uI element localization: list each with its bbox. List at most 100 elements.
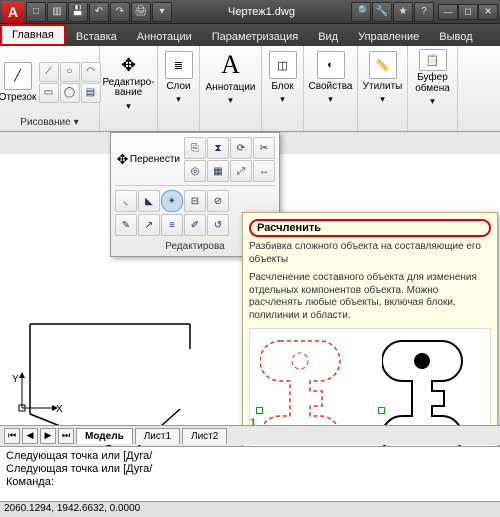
layers-button[interactable]: ≣ Слои ▾	[160, 48, 198, 108]
qat-open-icon[interactable]: ▥	[47, 2, 67, 22]
block-button[interactable]: ◫ Блок ▾	[264, 48, 302, 108]
layout-nav-first[interactable]: ⏮	[4, 428, 20, 444]
erase-icon[interactable]: ✎	[115, 214, 137, 236]
close-button[interactable]: ✕	[478, 4, 498, 20]
panel-layers: ≣ Слои ▾	[158, 46, 200, 131]
rotate-icon[interactable]: ⟳	[230, 137, 252, 159]
lengthen-icon[interactable]: ↗	[138, 214, 160, 236]
layout-tabs: ⏮ ◀ ▶ ⏭ Модель Лист1 Лист2	[0, 425, 500, 445]
chevron-down-icon: ▾	[380, 94, 385, 105]
tab-home[interactable]: Главная	[0, 24, 66, 46]
text-icon: A	[221, 50, 240, 80]
layout-tab-sheet2[interactable]: Лист2	[182, 428, 227, 444]
chevron-down-icon: ▾	[228, 95, 233, 106]
maximize-button[interactable]: ◻	[458, 4, 478, 20]
circle-icon[interactable]: ○	[60, 62, 80, 82]
ucs-icon: X Y	[22, 378, 62, 421]
status-bar: 2060.1294, 1942.6632, 0.0000	[0, 501, 500, 517]
offset-icon[interactable]: ◎	[184, 160, 206, 182]
tab-manage[interactable]: Управление	[348, 28, 429, 46]
line-label: Отрезок	[0, 92, 36, 103]
qat-save-icon[interactable]: 💾	[68, 2, 88, 22]
qat-dropdown-icon[interactable]: ▾	[152, 2, 172, 22]
tab-insert[interactable]: Вставка	[66, 28, 127, 46]
qat-undo-icon[interactable]: ↶	[89, 2, 109, 22]
utilities-button[interactable]: 📏 Утилиты ▾	[364, 48, 402, 108]
clipboard-label: Буфер обмена	[415, 73, 451, 94]
block-icon: ◫	[269, 51, 297, 79]
qat-redo-icon[interactable]: ↷	[110, 2, 130, 22]
tab-parametric[interactable]: Параметризация	[202, 28, 308, 46]
tab-view[interactable]: Вид	[308, 28, 348, 46]
move-icon: ✥	[115, 147, 130, 173]
modify-button[interactable]: ✥ Редактиро­вание ▾	[105, 48, 153, 118]
modify-label: Редактиро­вание	[102, 78, 154, 99]
chevron-down-icon: ▾	[280, 94, 285, 105]
rectangle-icon[interactable]: ▭	[39, 83, 59, 103]
chamfer-icon[interactable]: ◣	[138, 190, 160, 212]
ribbon: ╱ Отрезок ⟋ ○ ◠ ▭ ◯ ▤ Рисование ▾ ✥ Реда…	[0, 46, 500, 132]
array-icon[interactable]: ▦	[207, 160, 229, 182]
layout-nav-next[interactable]: ▶	[40, 428, 56, 444]
panel-draw-title[interactable]: Рисование ▾	[4, 116, 95, 129]
fillet-icon[interactable]: ◟	[115, 190, 137, 212]
properties-button[interactable]: ◐ Свойства ▾	[312, 48, 350, 108]
reverse-icon[interactable]: ↺	[207, 214, 229, 236]
move-button-label[interactable]: Перенести	[130, 154, 180, 165]
polyline-icon[interactable]: ⟋	[39, 62, 59, 82]
hatch-icon[interactable]: ▤	[81, 83, 101, 103]
join-icon[interactable]: ⊟	[184, 190, 206, 212]
scale-icon[interactable]: ⤢	[230, 160, 252, 182]
ribbon-tabs: Главная Вставка Аннотации Параметризация…	[0, 24, 500, 46]
draw-mini-buttons: ⟋ ○ ◠ ▭ ◯ ▤	[39, 62, 101, 103]
app-logo[interactable]: A	[2, 1, 24, 23]
move-icon: ✥	[121, 55, 136, 76]
svg-text:X: X	[56, 404, 63, 415]
tab-output[interactable]: Вывод	[429, 28, 482, 46]
explode-button[interactable]: ✴	[161, 190, 183, 212]
qat-new-icon[interactable]: □	[26, 2, 46, 22]
chevron-down-icon: ▾	[328, 94, 333, 105]
layout-nav-last[interactable]: ⏭	[58, 428, 74, 444]
utilities-icon: 📏	[369, 51, 397, 79]
tab-annotate[interactable]: Аннотации	[127, 28, 202, 46]
ellipse-icon[interactable]: ◯	[60, 83, 80, 103]
annotations-label: Аннотации	[206, 82, 256, 93]
favorite-icon[interactable]: ★	[393, 2, 413, 22]
copy-icon[interactable]: ⎘	[184, 137, 206, 159]
line-button[interactable]: ╱ Отрезок	[0, 52, 37, 112]
trim-icon[interactable]: ✂	[253, 137, 275, 159]
panel-draw: ╱ Отрезок ⟋ ○ ◠ ▭ ◯ ▤ Рисование ▾	[0, 46, 100, 131]
command-line[interactable]: Следующая точка или [Дуга/ Следующая точ…	[0, 446, 500, 501]
align-icon[interactable]: ≡	[161, 214, 183, 236]
window-controls: — ◻ ✕	[438, 4, 498, 20]
wrench-icon[interactable]: 🔧	[372, 2, 392, 22]
break-icon[interactable]: ⊘	[207, 190, 229, 212]
layout-tab-model[interactable]: Модель	[76, 428, 133, 444]
block-label: Блок	[271, 81, 293, 92]
clipboard-button[interactable]: 📋 Буфер обмена ▾	[414, 48, 452, 108]
chevron-down-icon: ▾	[74, 117, 79, 128]
help-icon[interactable]: ?	[414, 2, 434, 22]
clipboard-icon: 📋	[419, 49, 447, 71]
arc-icon[interactable]: ◠	[81, 62, 101, 82]
grip-marker	[378, 407, 385, 414]
window-title: Чертеж1.dwg	[172, 6, 351, 18]
mirror-icon[interactable]: ⧗	[207, 137, 229, 159]
pedit-icon[interactable]: ✐	[184, 214, 206, 236]
titlebar: A □ ▥ 💾 ↶ ↷ 🖨 ▾ Чертеж1.dwg 🔎 🔧 ★ ? — ◻ …	[0, 0, 500, 24]
chevron-down-icon: ▾	[176, 94, 181, 105]
stretch-icon[interactable]: ↔	[253, 160, 275, 182]
status-coords: 2060.1294, 1942.6632, 0.0000	[4, 503, 140, 514]
line-icon: ╱	[4, 62, 32, 90]
chevron-down-icon: ▾	[430, 96, 435, 107]
annotations-button[interactable]: A Аннотации ▾	[212, 48, 250, 108]
minimize-button[interactable]: —	[438, 4, 458, 20]
panel-utilities: 📏 Утилиты ▾	[358, 46, 408, 131]
layout-tab-sheet1[interactable]: Лист1	[135, 428, 180, 444]
qat-print-icon[interactable]: 🖨	[131, 2, 151, 22]
layout-nav-prev[interactable]: ◀	[22, 428, 38, 444]
tooltip-title: Расчленить	[249, 219, 491, 237]
chevron-down-icon: ▾	[126, 101, 131, 112]
search-icon[interactable]: 🔎	[351, 2, 371, 22]
